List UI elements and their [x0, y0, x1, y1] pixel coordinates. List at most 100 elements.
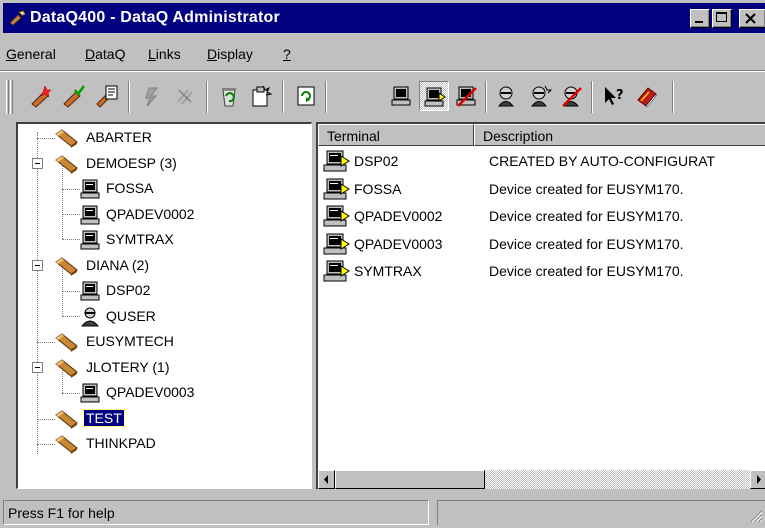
dataq-tree[interactable]: ABARTER DEMOESP (3) FOSSA QPADEV0002 SYMTRAX…	[16, 122, 312, 489]
tree-node-label: DIANA (2)	[86, 256, 150, 273]
context-help-button[interactable]: ?	[599, 81, 629, 111]
terminal-name: QPADEV0002	[354, 208, 443, 224]
title-bar[interactable]: DataQ400 - DataQ Administrator	[3, 3, 765, 33]
terminal-name: FOSSA	[354, 180, 402, 197]
terminal-description: CREATED BY AUTO-CONFIGURAT	[489, 153, 716, 169]
user-delete-button[interactable]	[557, 81, 587, 111]
tree-node-label: ABARTER	[86, 129, 152, 145]
recycle-icon	[222, 88, 236, 107]
scroll-right-button[interactable]	[750, 470, 765, 489]
refresh-button[interactable]	[291, 81, 321, 111]
list-item[interactable]: QPADEV0002 Device created for EUSYM170.	[318, 204, 765, 228]
expander-demoesp[interactable]	[32, 158, 43, 169]
edit-dataq-icon	[63, 85, 85, 108]
terminal-delete-button[interactable]	[452, 81, 482, 111]
menu-display[interactable]: Display	[207, 46, 253, 62]
dataq-queue-icon	[53, 434, 79, 457]
tree-connector	[62, 393, 80, 394]
dataq-app-icon	[9, 10, 26, 26]
tree-connector	[62, 189, 80, 190]
dataq-queue-icon	[53, 358, 79, 381]
close-button[interactable]	[739, 9, 765, 28]
user-button[interactable]	[492, 81, 522, 111]
terminal-description: Device created for EUSYM170.	[489, 235, 684, 252]
list-item[interactable]: FOSSA Device created for EUSYM170.	[318, 177, 765, 201]
dataq-queue-icon	[53, 409, 79, 432]
scroll-left-button[interactable]	[318, 470, 335, 489]
tree-connector	[62, 291, 80, 292]
menu-help[interactable]: ?	[283, 46, 291, 62]
scroll-thumb[interactable]	[335, 470, 485, 489]
terminal-name: QPADEV0003	[354, 235, 443, 252]
menu-general[interactable]: General	[6, 46, 56, 62]
menu-bar: General DataQ Links Display ?	[0, 37, 765, 69]
dataq-queue-icon	[53, 154, 79, 177]
user-add-icon	[530, 85, 552, 107]
expander-diana[interactable]	[32, 260, 43, 271]
terminal-description: Device created for EUSYM170.	[489, 208, 684, 224]
terminal-list[interactable]: Terminal Description DSP02 CREATED BY AUT…	[316, 122, 765, 489]
resize-grip-icon[interactable]	[749, 509, 763, 523]
terminal-icon	[322, 233, 352, 258]
list-item[interactable]: SYMTRAX Device created for EUSYM170.	[318, 259, 765, 283]
maximize-icon	[716, 12, 727, 22]
user-delete-icon	[562, 86, 582, 107]
dataq-properties-button[interactable]	[92, 81, 122, 111]
list-item[interactable]: QPADEV0003 Device created for EUSYM170.	[318, 232, 765, 256]
toolbar-separator	[282, 81, 284, 113]
tree-node-label: QPADEV0003	[106, 384, 195, 400]
edit-dataq-button[interactable]	[59, 81, 89, 111]
terminal-icon	[322, 260, 352, 285]
tree-node-label: TEST	[83, 408, 125, 427]
tree-node-label: QPADEV0002	[106, 205, 195, 222]
column-header-terminal[interactable]: Terminal	[318, 124, 474, 146]
terminal-icon	[322, 178, 352, 203]
disconnect-icon	[177, 89, 193, 105]
terminal-icon	[79, 179, 101, 202]
user-add-button[interactable]	[525, 81, 555, 111]
recycle-button[interactable]	[214, 81, 244, 111]
tree-connector	[62, 214, 80, 215]
user-icon	[497, 86, 515, 107]
menu-links[interactable]: Links	[148, 46, 181, 62]
terminal-icon	[79, 281, 101, 304]
column-header-description-label: Description	[483, 128, 554, 144]
column-header-terminal-label: Terminal	[327, 128, 380, 144]
minimize-button[interactable]	[690, 9, 710, 28]
toolbar-separator	[591, 81, 593, 113]
terminal-active-icon	[424, 87, 446, 107]
terminal-icon	[79, 230, 101, 253]
book-button[interactable]	[632, 81, 662, 111]
disconnect-button[interactable]	[170, 81, 200, 111]
list-item[interactable]: DSP02 CREATED BY AUTO-CONFIGURAT	[318, 149, 765, 173]
terminal-button[interactable]	[387, 81, 417, 111]
new-dataq-button[interactable]	[27, 81, 57, 111]
arrow-left-icon	[324, 475, 328, 484]
toolbar-grip-2	[10, 80, 13, 114]
terminal-delete-icon	[456, 86, 477, 107]
toolbar-separator	[128, 81, 130, 113]
dataq-queue-icon	[53, 332, 79, 355]
toolbar-separator	[672, 81, 674, 113]
expander-jlotery[interactable]	[32, 362, 43, 373]
tree-node-label: DEMOESP (3)	[86, 154, 177, 171]
terminal-active-button[interactable]	[419, 81, 449, 111]
close-icon	[745, 13, 756, 24]
toolbar-separator	[325, 81, 327, 113]
terminal-icon	[322, 150, 352, 175]
maximize-button[interactable]	[712, 9, 732, 28]
terminal-description: Device created for EUSYM170.	[489, 263, 684, 279]
toolbar-separator	[206, 81, 208, 113]
toolbar-grip[interactable]	[6, 80, 9, 114]
book-icon	[637, 87, 657, 108]
user-icon	[79, 307, 101, 330]
arrow-right-icon	[757, 475, 761, 484]
tree-connector	[62, 316, 80, 317]
column-header-description[interactable]: Description	[474, 124, 765, 146]
dataq-queue-icon	[53, 128, 79, 151]
horizontal-scrollbar[interactable]	[318, 470, 765, 489]
copy-button[interactable]	[246, 81, 276, 111]
menu-dataq[interactable]: DataQ	[85, 46, 125, 62]
connect-button[interactable]	[138, 81, 168, 111]
dataq-properties-icon	[96, 85, 118, 108]
